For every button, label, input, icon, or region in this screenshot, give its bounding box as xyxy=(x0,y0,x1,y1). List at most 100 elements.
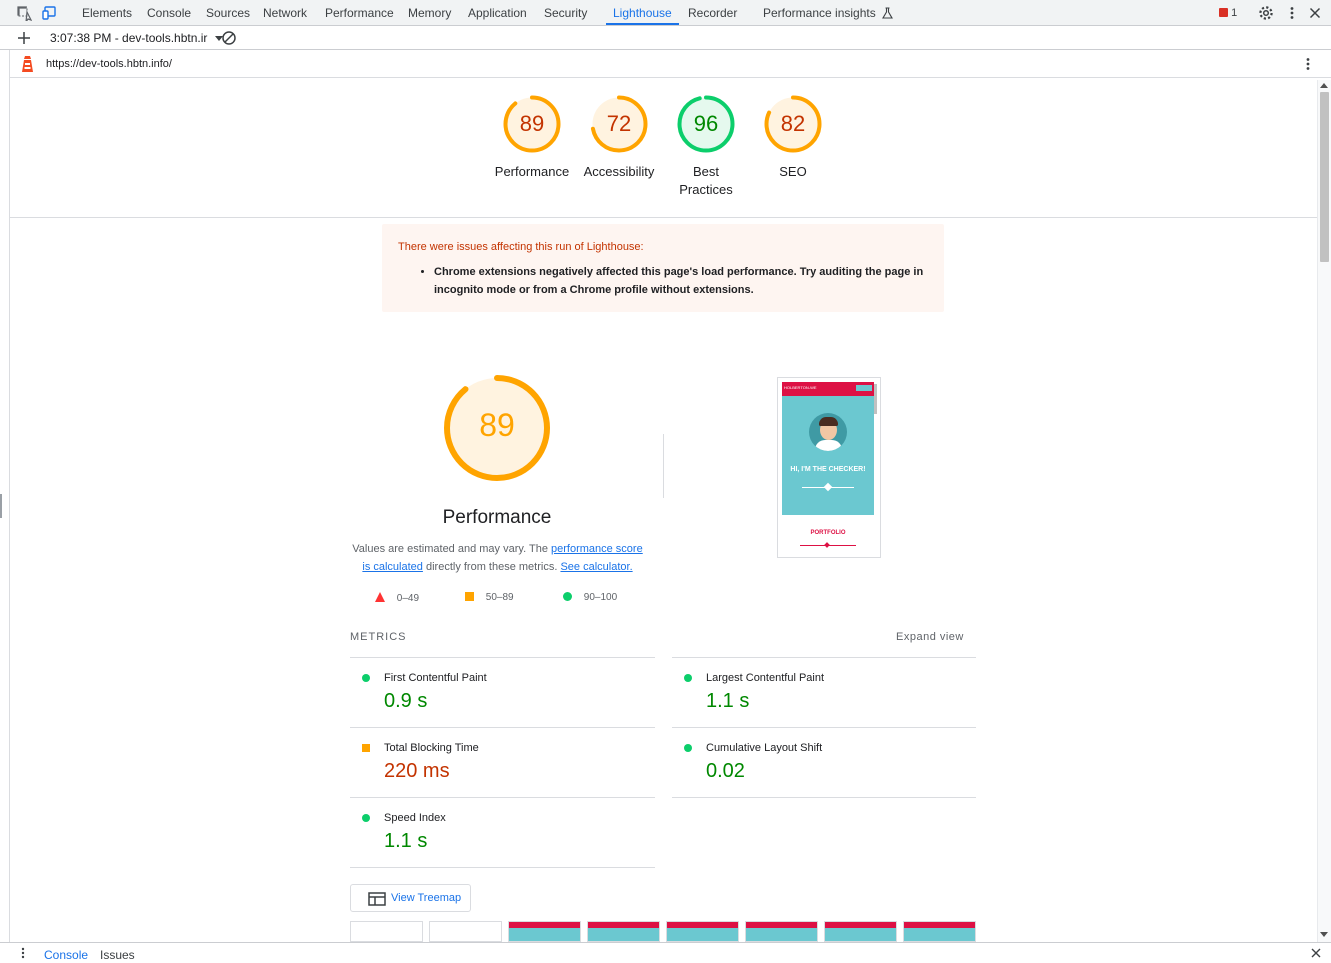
tab-memory[interactable]: Memory xyxy=(408,0,451,26)
gauge-score-best-practices: 96 xyxy=(693,111,719,136)
warning-item: Chrome extensions negatively affected th… xyxy=(434,263,934,299)
performance-big-score: 89 xyxy=(479,407,515,443)
pass-circle-icon xyxy=(684,674,692,682)
metric-value: 0.02 xyxy=(706,760,745,782)
fail-triangle-icon xyxy=(375,592,385,602)
tab-lighthouse[interactable]: Lighthouse xyxy=(606,0,679,25)
gauge-score-performance: 89 xyxy=(519,111,545,136)
final-screenshot[interactable]: HOLBERTON-WE HI, I'M THE CHECKER! PORTFO… xyxy=(777,377,881,558)
legend-average-range: 50–89 xyxy=(485,592,514,603)
tab-application[interactable]: Application xyxy=(468,0,527,26)
scroll-down-arrow-icon[interactable] xyxy=(1319,930,1329,938)
report-url: https://dev-tools.hbtn.info/ xyxy=(46,58,172,70)
tab-sources[interactable]: Sources xyxy=(206,0,250,26)
filmstrip-frame xyxy=(508,921,581,942)
screenshot-header-text: HOLBERTON-WE xyxy=(784,385,817,390)
pass-circle-icon xyxy=(362,674,370,682)
close-drawer-icon[interactable] xyxy=(1309,946,1323,963)
new-report-plus-icon[interactable] xyxy=(16,30,32,49)
metric-name: Cumulative Layout Shift xyxy=(706,742,823,754)
gauge-best-practices[interactable]: 96 Best Practices xyxy=(676,94,736,197)
screenshot-portfolio-text: PORTFOLIO xyxy=(810,530,846,536)
report-selector[interactable]: 3:07:38 PM - dev-tools.hbtn.ir xyxy=(50,31,223,45)
tab-performance-insights[interactable]: Performance insights xyxy=(763,0,894,26)
expand-view-toggle[interactable]: Expand view xyxy=(896,631,964,643)
desc-mid: directly from these metrics. xyxy=(422,561,561,573)
issues-icon xyxy=(1219,8,1228,17)
filmstrip-frame xyxy=(429,921,502,942)
gutter-resize-handle[interactable] xyxy=(0,494,2,518)
drawer-tab-issues[interactable]: Issues xyxy=(100,948,135,962)
filmstrip-frame xyxy=(903,921,976,942)
more-options-icon[interactable] xyxy=(1284,5,1300,21)
pass-circle-icon xyxy=(684,744,692,752)
filmstrip-frame xyxy=(587,921,660,942)
drawer-tab-console[interactable]: Console xyxy=(44,948,88,962)
metric-name: First Contentful Paint xyxy=(384,672,487,684)
screenshot-header-button xyxy=(856,385,872,391)
lighthouse-logo-icon xyxy=(20,55,35,76)
run-warnings: There were issues affecting this run of … xyxy=(382,224,944,312)
view-treemap-button[interactable]: View Treemap xyxy=(350,884,471,912)
tab-performance-insights-label: Performance insights xyxy=(763,6,876,20)
metric-cumulative-layout-shift[interactable]: Cumulative Layout Shift 0.02 xyxy=(672,728,976,798)
filmstrip-frame xyxy=(666,921,739,942)
pass-circle-icon xyxy=(563,592,572,601)
tab-recorder[interactable]: Recorder xyxy=(688,0,737,26)
score-legend-fail: 0–49 xyxy=(375,592,419,604)
performance-category-title: Performance xyxy=(442,507,552,528)
performance-big-gauge: 89 xyxy=(442,373,552,488)
see-calculator-link[interactable]: See calculator. xyxy=(560,561,632,573)
score-legend-pass: 90–100 xyxy=(563,592,617,603)
report-selector-label: 3:07:38 PM - dev-tools.hbtn.ir xyxy=(50,31,208,45)
average-square-icon xyxy=(465,592,474,601)
metric-name: Largest Contentful Paint xyxy=(706,672,825,684)
pass-circle-icon xyxy=(362,814,370,822)
gauge-label-seo: SEO xyxy=(779,164,807,179)
tab-network[interactable]: Network xyxy=(263,0,307,26)
device-toolbar-icon[interactable] xyxy=(42,5,58,21)
issues-count: 1 xyxy=(1231,7,1238,19)
performance-description: Values are estimated and may vary. The p… xyxy=(350,540,645,576)
scrollbar-thumb[interactable] xyxy=(1320,92,1329,262)
gauge-seo[interactable]: 82 SEO xyxy=(763,94,823,179)
issues-counter[interactable]: 1 xyxy=(1219,7,1237,19)
left-gutter xyxy=(0,50,10,942)
screenshot-scrollbar xyxy=(874,384,877,414)
close-devtools-icon[interactable] xyxy=(1307,5,1323,21)
gauge-score-seo: 82 xyxy=(780,111,806,136)
scroll-up-arrow-icon[interactable] xyxy=(1319,82,1329,90)
treemap-icon xyxy=(368,892,386,906)
report-url-bar: https://dev-tools.hbtn.info/ xyxy=(10,50,1331,78)
clear-all-icon[interactable] xyxy=(221,30,237,49)
filmstrip-frame xyxy=(745,921,818,942)
tab-performance[interactable]: Performance xyxy=(325,0,394,26)
gauge-performance[interactable]: 89 Performance xyxy=(495,94,569,179)
screenshot-hero: HI, I'M THE CHECKER! xyxy=(782,396,874,515)
filmstrip-frame xyxy=(824,921,897,942)
legend-fail-range: 0–49 xyxy=(396,593,420,604)
metric-value: 220 ms xyxy=(384,760,450,782)
metric-speed-index[interactable]: Speed Index 1.1 s xyxy=(350,798,655,868)
desc-prefix: Values are estimated and may vary. The xyxy=(352,543,551,555)
tab-console[interactable]: Console xyxy=(147,0,191,26)
avatar xyxy=(809,413,847,451)
gauge-accessibility[interactable]: 72 Accessibility xyxy=(584,94,654,179)
metric-value: 1.1 s xyxy=(706,690,750,712)
metric-largest-contentful-paint[interactable]: Largest Contentful Paint 1.1 s xyxy=(672,658,976,728)
lighthouse-toolbar: 3:07:38 PM - dev-tools.hbtn.ir xyxy=(0,26,1331,50)
metric-total-blocking-time[interactable]: Total Blocking Time 220 ms xyxy=(350,728,655,798)
tab-elements[interactable]: Elements xyxy=(82,0,132,26)
view-treemap-label: View Treemap xyxy=(391,892,462,904)
tab-security[interactable]: Security xyxy=(544,0,587,26)
legend-pass-range: 90–100 xyxy=(583,592,618,603)
metric-value: 0.9 s xyxy=(384,690,428,712)
metric-first-contentful-paint[interactable]: First Contentful Paint 0.9 s xyxy=(350,658,655,728)
drawer-menu-icon[interactable] xyxy=(17,946,29,963)
devtools-tab-bar: Elements Console Sources Network Perform… xyxy=(0,0,1331,26)
report-menu-icon[interactable] xyxy=(1300,56,1316,75)
gauge-screenshot-divider xyxy=(663,434,664,498)
screenshot-header: HOLBERTON-WE xyxy=(782,382,874,396)
inspect-element-icon[interactable] xyxy=(16,5,33,23)
settings-gear-icon[interactable] xyxy=(1258,5,1274,21)
